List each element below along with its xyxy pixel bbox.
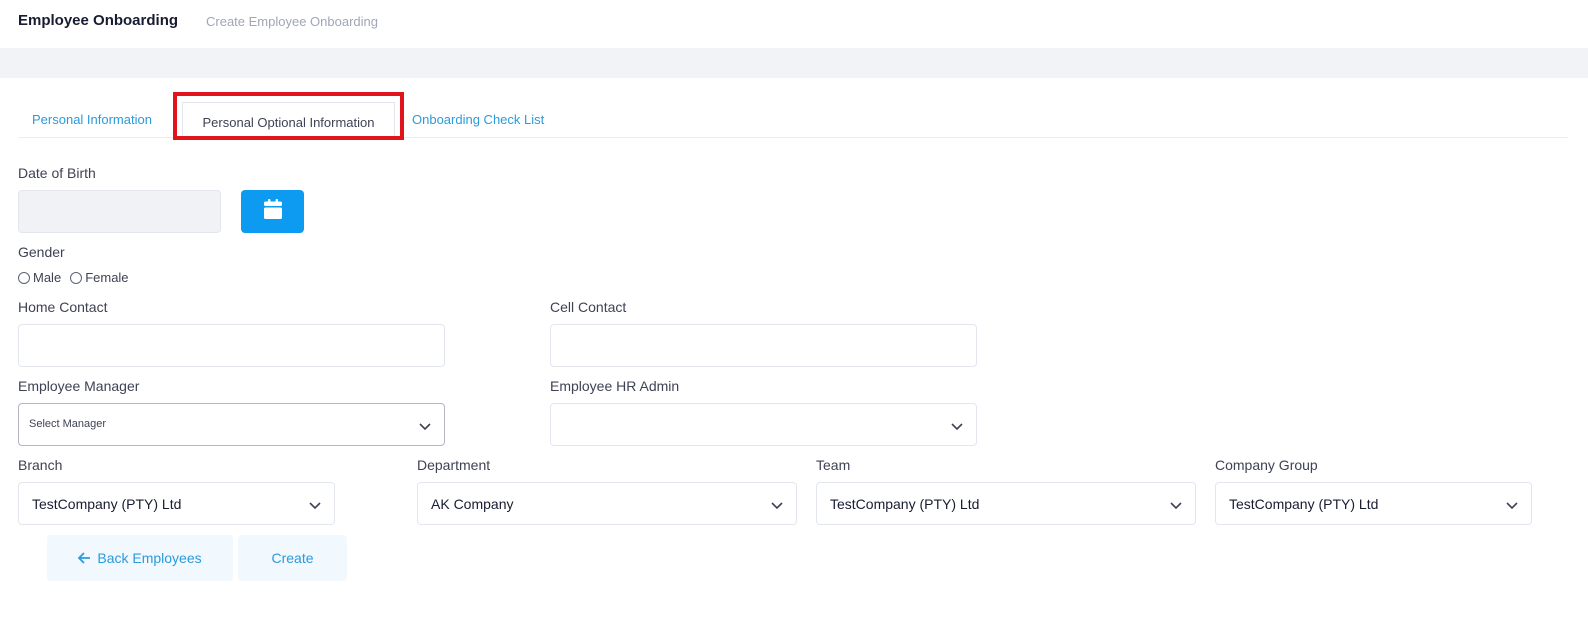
- page-title: Employee Onboarding: [18, 12, 179, 29]
- gender-radio-group: Male Female: [18, 270, 138, 285]
- employee-manager-value: Select Manager: [29, 418, 107, 430]
- gender-male-radio[interactable]: [18, 271, 30, 284]
- branch-value: TestCompany (PTY) Ltd: [32, 496, 182, 512]
- calendar-icon: [263, 199, 282, 224]
- gender-label: Gender: [18, 244, 65, 260]
- team-select[interactable]: TestCompany (PTY) Ltd: [816, 482, 1196, 525]
- team-label: Team: [816, 457, 851, 473]
- department-label: Department: [417, 457, 491, 473]
- calendar-button[interactable]: [241, 190, 304, 233]
- cell-contact-label: Cell Contact: [550, 299, 627, 315]
- tab-personal-optional-information[interactable]: Personal Optional Information: [182, 102, 395, 136]
- gender-male-label: Male: [33, 270, 62, 285]
- chevron-down-icon: [419, 423, 431, 431]
- department-value: AK Company: [431, 496, 514, 512]
- create-label: Create: [271, 550, 314, 566]
- tab-onboarding-check-list[interactable]: Onboarding Check List: [412, 92, 544, 138]
- company-group-label: Company Group: [1215, 457, 1318, 473]
- tab-personal-information[interactable]: Personal Information: [32, 92, 152, 138]
- chevron-down-icon: [771, 502, 783, 510]
- chevron-down-icon: [309, 502, 321, 510]
- create-button[interactable]: Create: [238, 535, 347, 581]
- branch-label: Branch: [18, 457, 63, 473]
- dob-input[interactable]: [18, 190, 221, 233]
- home-contact-input[interactable]: [18, 324, 445, 367]
- company-group-value: TestCompany (PTY) Ltd: [1229, 496, 1379, 512]
- employee-hr-admin-select[interactable]: [550, 403, 977, 446]
- chevron-down-icon: [1506, 502, 1518, 510]
- tab-bar: Personal Information Personal Optional I…: [18, 92, 1568, 140]
- chevron-down-icon: [951, 423, 963, 431]
- gender-female-radio[interactable]: [70, 271, 83, 284]
- page-header: Employee Onboarding Create Employee Onbo…: [0, 0, 1588, 48]
- chevron-down-icon: [1170, 502, 1182, 510]
- employee-manager-label: Employee Manager: [18, 378, 140, 394]
- cell-contact-input[interactable]: [550, 324, 977, 367]
- dob-label: Date of Birth: [18, 165, 96, 181]
- back-employees-button[interactable]: Back Employees: [47, 535, 233, 581]
- team-value: TestCompany (PTY) Ltd: [830, 496, 980, 512]
- arrow-left-icon: [78, 552, 91, 564]
- page-subtitle: Create Employee Onboarding: [206, 14, 378, 29]
- department-select[interactable]: AK Company: [417, 482, 797, 525]
- employee-hr-admin-label: Employee HR Admin: [550, 378, 680, 394]
- home-contact-label: Home Contact: [18, 299, 108, 315]
- employee-manager-select[interactable]: Select Manager: [18, 403, 445, 446]
- branch-select[interactable]: TestCompany (PTY) Ltd: [18, 482, 335, 525]
- back-employees-label: Back Employees: [97, 550, 202, 566]
- company-group-select[interactable]: TestCompany (PTY) Ltd: [1215, 482, 1532, 525]
- tab-personal-optional-information-highlight[interactable]: Personal Optional Information: [173, 92, 404, 140]
- header-band: [0, 48, 1588, 78]
- gender-female-label: Female: [85, 270, 129, 285]
